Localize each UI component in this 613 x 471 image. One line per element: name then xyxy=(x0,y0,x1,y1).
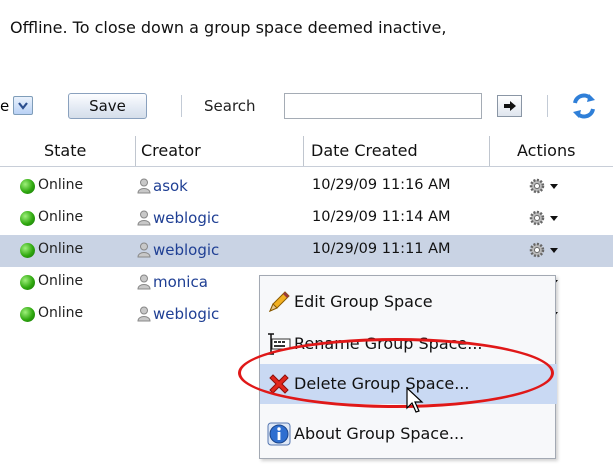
table-row[interactable]: Online asok 10/29/09 11:16 AM xyxy=(0,171,613,203)
creator-link[interactable]: asok xyxy=(153,177,188,195)
online-status-icon xyxy=(20,243,35,258)
table-row[interactable]: Online weblogic 10/29/09 11:14 AM xyxy=(0,203,613,235)
column-header-creator[interactable]: Creator xyxy=(141,141,201,160)
creator-link[interactable]: monica xyxy=(153,273,208,291)
mouse-pointer-icon xyxy=(406,387,424,413)
online-status-icon xyxy=(20,307,35,322)
creator-link[interactable]: weblogic xyxy=(153,209,219,227)
gear-menu-icon[interactable] xyxy=(528,176,562,196)
state-cell: Online xyxy=(38,209,84,225)
person-icon xyxy=(137,306,151,322)
search-input[interactable] xyxy=(284,93,482,119)
pencil-icon xyxy=(269,291,290,312)
arrow-right-icon xyxy=(503,101,516,111)
person-icon xyxy=(137,242,151,258)
person-icon xyxy=(137,210,151,226)
online-status-icon xyxy=(20,211,35,226)
column-header-actions: Actions xyxy=(517,141,576,160)
search-go-button[interactable] xyxy=(497,95,522,117)
state-cell: Online xyxy=(38,241,84,257)
column-divider xyxy=(303,136,304,166)
table-row-selected[interactable]: Online weblogic 10/29/09 11:11 AM xyxy=(0,235,613,267)
save-button[interactable]: Save xyxy=(68,93,147,119)
refresh-icon[interactable] xyxy=(569,91,599,121)
date-created-cell: 10/29/09 11:11 AM xyxy=(312,241,451,257)
person-icon xyxy=(137,178,151,194)
view-select-dropdown-button[interactable] xyxy=(13,96,33,115)
toolbar-separator xyxy=(547,95,548,117)
date-created-cell: 10/29/09 11:14 AM xyxy=(312,209,451,225)
toolbar-separator xyxy=(181,95,182,117)
person-icon xyxy=(137,274,151,290)
online-status-icon xyxy=(20,275,35,290)
online-status-icon xyxy=(20,179,35,194)
column-header-state[interactable]: State xyxy=(44,141,86,160)
column-divider xyxy=(135,136,136,166)
search-label: Search xyxy=(204,97,256,115)
gear-menu-icon[interactable] xyxy=(528,208,562,228)
red-annotation-ellipse xyxy=(238,338,554,408)
menu-item-label: Edit Group Space xyxy=(294,292,433,311)
gear-menu-icon[interactable] xyxy=(528,240,562,260)
column-divider xyxy=(489,136,490,166)
menu-item-label: About Group Space... xyxy=(294,424,465,443)
info-icon xyxy=(267,422,291,446)
menu-item-about-group-space[interactable]: About Group Space... xyxy=(260,414,557,454)
toolbar: e Save Search xyxy=(0,88,613,124)
intro-text: Offline. To close down a group space dee… xyxy=(10,18,447,37)
state-cell: Online xyxy=(38,305,84,321)
view-select-text: e xyxy=(0,97,10,115)
menu-item-edit-group-space[interactable]: Edit Group Space xyxy=(260,282,557,322)
chevron-down-icon xyxy=(18,101,28,110)
state-cell: Online xyxy=(38,177,84,193)
table-header: State Creator Date Created Actions xyxy=(0,136,613,167)
creator-link[interactable]: weblogic xyxy=(153,305,219,323)
state-cell: Online xyxy=(38,273,84,289)
column-header-date-created[interactable]: Date Created xyxy=(311,141,418,160)
date-created-cell: 10/29/09 11:16 AM xyxy=(312,177,451,193)
creator-link[interactable]: weblogic xyxy=(153,241,219,259)
